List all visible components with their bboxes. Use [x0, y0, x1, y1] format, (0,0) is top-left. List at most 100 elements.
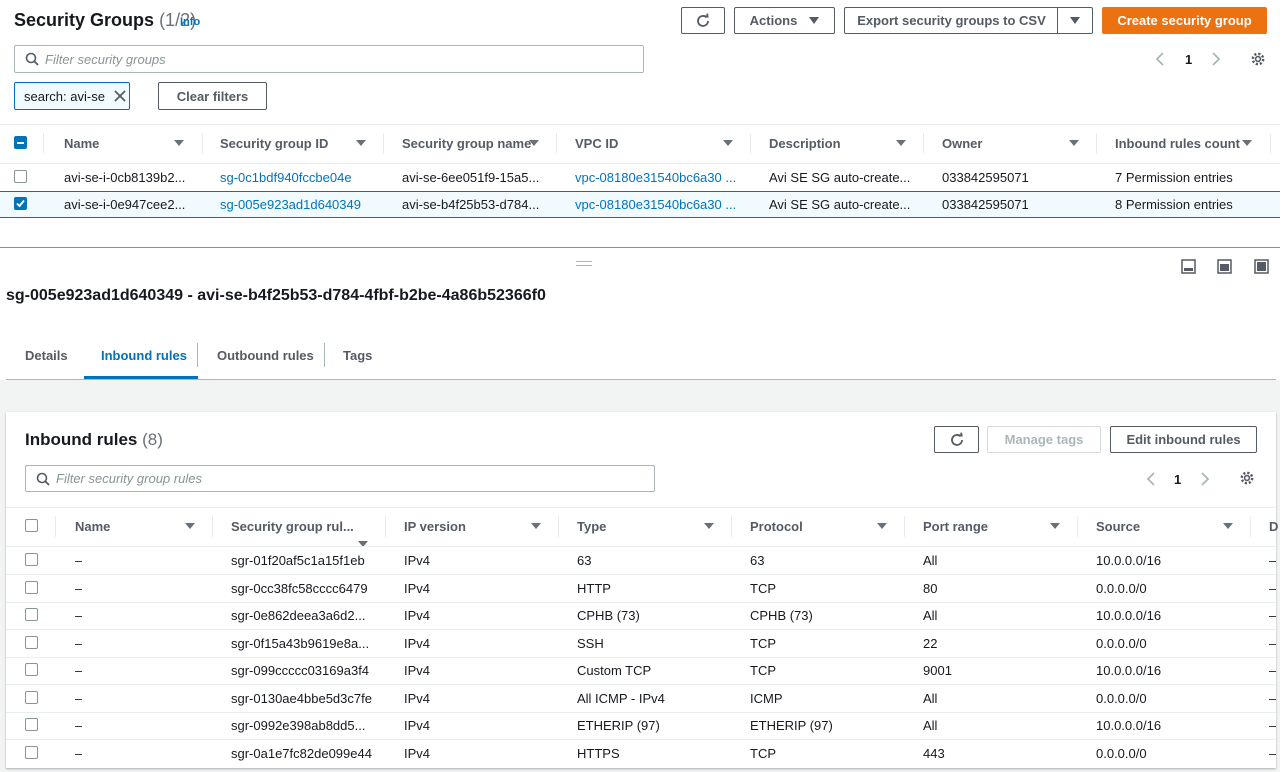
gear-icon[interactable]	[1250, 51, 1266, 70]
cell-port: All	[923, 718, 938, 733]
column-header[interactable]: Type	[577, 519, 606, 534]
cell-vpc[interactable]: vpc-08180e31540bc6a30 ...	[575, 197, 736, 212]
column-header[interactable]: D	[1269, 519, 1278, 534]
manage-tags-button[interactable]: Manage tags	[987, 426, 1101, 453]
cell-protocol: TCP	[750, 635, 776, 651]
sort-caret-icon[interactable]	[723, 140, 733, 146]
sort-caret-icon[interactable]	[877, 523, 887, 529]
column-separator	[731, 516, 732, 537]
row-checkbox[interactable]	[14, 170, 27, 183]
tab-details[interactable]: Details	[25, 348, 68, 363]
cell-id[interactable]: sg-0c1bdf940fccbe04e	[220, 170, 352, 185]
column-header[interactable]: IP version	[404, 519, 466, 534]
sort-caret-icon[interactable]	[529, 140, 539, 146]
column-separator	[750, 133, 751, 154]
column-separator	[1250, 516, 1251, 537]
column-header[interactable]: Name	[75, 519, 110, 534]
table-row[interactable]	[6, 602, 1276, 629]
actions-button[interactable]: Actions	[734, 7, 835, 34]
filter-security-groups-input[interactable]: Filter security groups	[14, 45, 644, 73]
export-dropdown-button[interactable]	[1057, 7, 1093, 34]
cell-name: avi-se-i-0cb8139b2...	[64, 170, 186, 185]
sort-caret-icon[interactable]	[356, 140, 366, 146]
sort-caret-icon[interactable]	[1050, 523, 1060, 529]
close-icon[interactable]	[113, 89, 127, 103]
prev-page-icon[interactable]	[1146, 472, 1156, 489]
sort-caret-icon[interactable]	[1069, 140, 1079, 146]
sort-caret-icon[interactable]	[531, 523, 541, 529]
column-header[interactable]: Security group rul...	[231, 519, 354, 534]
chevron-down-icon	[1070, 17, 1080, 24]
column-header[interactable]: Protocol	[750, 519, 803, 534]
row-checkbox[interactable]	[25, 553, 38, 566]
tab-tags[interactable]: Tags	[343, 348, 372, 363]
row-checkbox[interactable]	[25, 745, 38, 759]
sort-caret-icon[interactable]	[896, 140, 906, 146]
row-checkbox[interactable]	[25, 690, 38, 704]
column-header[interactable]: Inbound rules count	[1115, 136, 1240, 151]
column-header[interactable]: Description	[769, 136, 841, 151]
column-header[interactable]: Port range	[923, 519, 988, 534]
cell-name: –	[75, 663, 83, 678]
filter-rules-input[interactable]: Filter security group rules	[25, 465, 655, 492]
gear-icon[interactable]	[1239, 470, 1255, 489]
cell-port: 9001	[923, 663, 952, 678]
table-row[interactable]	[6, 740, 1276, 767]
sort-caret-icon[interactable]	[185, 523, 195, 529]
info-link[interactable]: Info	[180, 16, 200, 28]
select-all-checkbox[interactable]	[14, 136, 27, 149]
sort-caret-icon[interactable]	[1242, 140, 1252, 146]
tab-outbound-rules[interactable]: Outbound rules	[217, 348, 314, 363]
table-row[interactable]	[6, 575, 1276, 602]
select-all-rules-checkbox[interactable]	[25, 519, 38, 532]
cell-source: 10.0.0.0/16	[1096, 718, 1162, 733]
cell-owner: 033842595071	[942, 197, 1029, 212]
column-header[interactable]: VPC ID	[575, 136, 618, 151]
row-checkbox[interactable]	[25, 663, 38, 676]
refresh-rules-button[interactable]	[934, 426, 979, 453]
row-checkbox[interactable]	[25, 718, 38, 731]
sort-caret-icon[interactable]	[174, 140, 184, 146]
column-header[interactable]: Security group ID	[220, 136, 328, 151]
page-number[interactable]: 1	[1185, 52, 1192, 67]
sort-caret-icon[interactable]	[704, 523, 714, 529]
cell-id[interactable]: sg-005e923ad1d640349	[220, 197, 361, 212]
cell-source: 10.0.0.0/16	[1096, 663, 1162, 678]
next-page-icon[interactable]	[1211, 52, 1221, 69]
cell-desc: Avi SE SG auto-create...	[769, 170, 911, 185]
column-header[interactable]: Security group name	[402, 136, 531, 151]
export-csv-button[interactable]: Export security groups to CSV	[844, 7, 1059, 34]
prev-page-icon[interactable]	[1155, 52, 1165, 69]
drag-handle[interactable]	[576, 261, 592, 266]
cell-rule: sgr-0a1e7fc82de099e44	[231, 745, 372, 761]
column-separator	[212, 516, 213, 537]
cell-name: –	[75, 553, 83, 568]
edit-inbound-rules-button[interactable]: Edit inbound rules	[1110, 426, 1257, 453]
cell-protocol: ICMP	[750, 690, 783, 706]
row-checkbox[interactable]	[25, 608, 38, 621]
row-checkbox[interactable]	[14, 197, 27, 210]
table-row[interactable]	[6, 547, 1276, 574]
column-header[interactable]: Source	[1096, 519, 1140, 534]
cell-ip: IPv4	[404, 690, 431, 706]
create-security-group-button[interactable]: Create security group	[1102, 7, 1267, 34]
next-page-icon[interactable]	[1200, 472, 1210, 489]
column-header[interactable]: Name	[64, 136, 99, 151]
inbound-count: (8)	[142, 430, 163, 449]
row-checkbox[interactable]	[25, 635, 38, 649]
panel-half-icon[interactable]	[1217, 259, 1232, 277]
tab-inbound-rules[interactable]: Inbound rules	[101, 348, 187, 363]
column-header[interactable]: Owner	[942, 136, 982, 151]
panel-full-icon[interactable]	[1254, 259, 1269, 277]
row-checkbox[interactable]	[25, 580, 38, 594]
panel-bottom-icon[interactable]	[1181, 259, 1196, 277]
column-separator	[556, 133, 557, 154]
cell-vpc[interactable]: vpc-08180e31540bc6a30 ...	[575, 170, 736, 185]
page-number[interactable]: 1	[1174, 472, 1181, 487]
sort-caret-icon[interactable]	[1223, 523, 1233, 529]
clear-filters-button[interactable]: Clear filters	[158, 82, 267, 110]
table-row[interactable]	[6, 630, 1276, 657]
filter-token: search: avi-se	[14, 82, 130, 110]
column-separator	[904, 516, 905, 537]
refresh-button[interactable]	[681, 7, 725, 34]
